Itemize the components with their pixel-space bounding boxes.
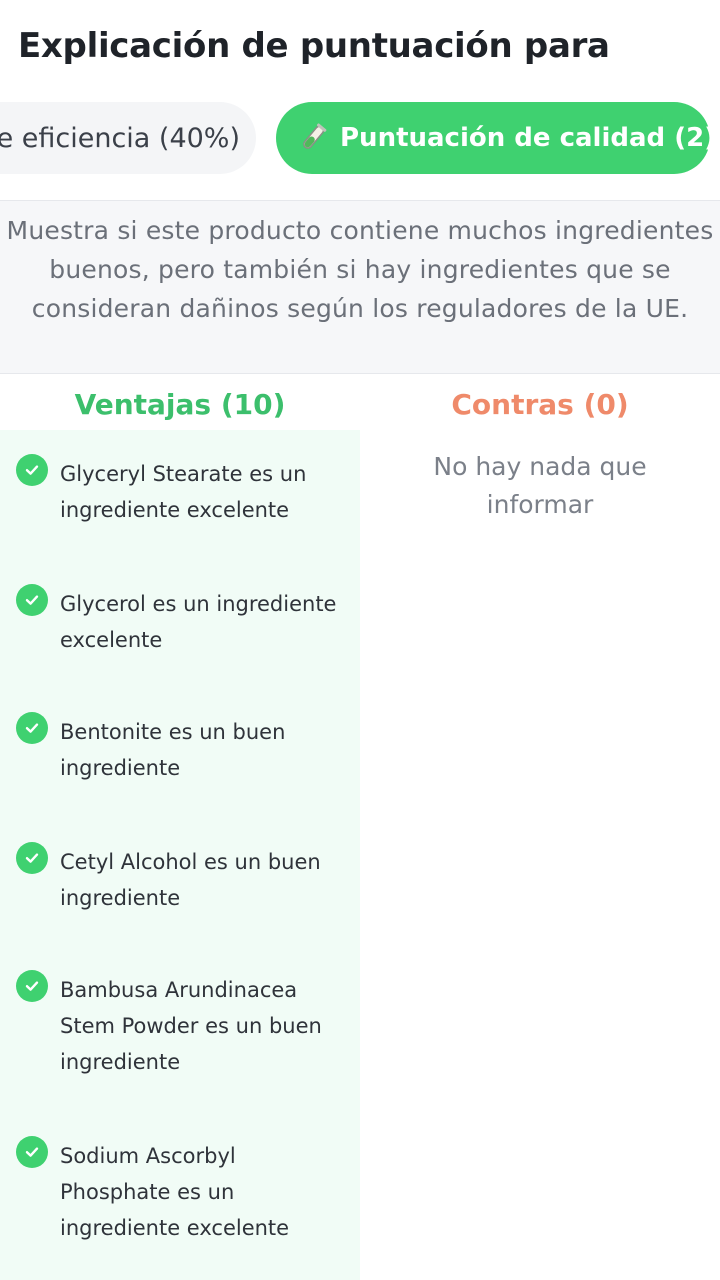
- check-circle-icon: [16, 454, 48, 486]
- test-tube-icon: [296, 121, 330, 155]
- description-text: Muestra si este producto contiene muchos…: [6, 216, 714, 323]
- pros-heading: Ventajas (10): [74, 388, 286, 421]
- pros-item-label: Bambusa Arundinacea Stem Powder es un bu…: [60, 978, 322, 1074]
- pros-item-label: Cetyl Alcohol es un buen ingrediente: [60, 850, 321, 910]
- tab-efficiency-score[interactable]: e eficiencia (40%): [0, 102, 256, 174]
- score-tabs: e eficiencia (40%) Puntuación de calidad…: [0, 102, 720, 176]
- cons-empty-message: No hay nada que informar: [433, 452, 647, 519]
- pros-item-label: Glycerol es un ingrediente excelente: [60, 592, 337, 652]
- pros-list: Glyceryl Stearate es un ingrediente exce…: [0, 430, 360, 1280]
- tab-quality-label: Puntuación de calidad (2): [340, 123, 717, 153]
- cons-heading: Contras (0): [451, 388, 629, 421]
- page-title: Explicación de puntuación para: [18, 26, 610, 66]
- pros-item-label: Bentonite es un buen ingrediente: [60, 720, 286, 780]
- description-panel: Muestra si este producto contiene muchos…: [0, 200, 720, 374]
- score-explanation-screen: Explicación de puntuación para e eficien…: [0, 0, 720, 1280]
- tab-quality-score[interactable]: Puntuación de calidad (2): [276, 102, 716, 174]
- check-circle-icon: [16, 712, 48, 744]
- pros-item-label: Sodium Ascorbyl Phosphate es un ingredie…: [60, 1144, 290, 1240]
- check-circle-icon: [16, 970, 48, 1002]
- check-circle-icon: [16, 1136, 48, 1168]
- check-circle-icon: [16, 842, 48, 874]
- pros-item-label: Glyceryl Stearate es un ingrediente exce…: [60, 462, 307, 522]
- tab-efficiency-label: e eficiencia (40%): [0, 122, 240, 154]
- check-circle-icon: [16, 584, 48, 616]
